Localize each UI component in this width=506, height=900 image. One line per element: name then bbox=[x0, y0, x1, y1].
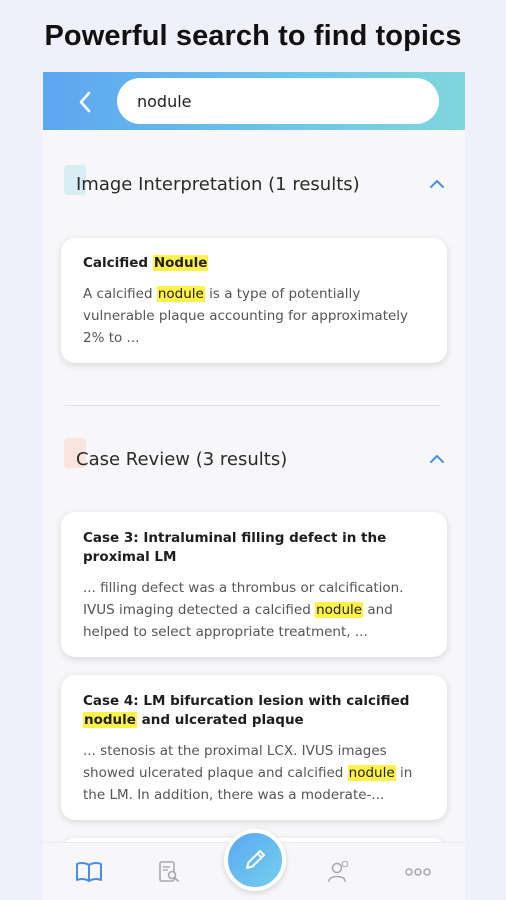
back-button[interactable] bbox=[71, 88, 99, 116]
section-title: Image Interpretation (1 results) bbox=[76, 173, 360, 195]
search-highlight: nodule bbox=[347, 765, 396, 781]
result-card[interactable]: Case 4: LM bifurcation lesion with calci… bbox=[61, 675, 447, 820]
title-text: and ulcerated plaque bbox=[136, 712, 304, 728]
chevron-up-icon[interactable] bbox=[428, 175, 446, 193]
section-divider bbox=[65, 405, 441, 406]
app-screen: nodule Image Interpretation (1 results) … bbox=[43, 72, 465, 900]
headline: Powerful search to find topics bbox=[44, 20, 462, 52]
result-title: Calcified Nodule bbox=[83, 254, 425, 273]
nav-search-docs[interactable] bbox=[154, 857, 184, 887]
section-title: Case Review (3 results) bbox=[76, 448, 288, 470]
search-document-icon bbox=[159, 861, 179, 882]
nav-profile[interactable] bbox=[324, 857, 354, 887]
search-highlight: nodule bbox=[83, 712, 137, 728]
search-highlight: nodule bbox=[315, 602, 364, 618]
nav-more[interactable] bbox=[403, 857, 433, 887]
result-snippet: ... stenosis at the proximal LCX. IVUS i… bbox=[83, 740, 425, 806]
profile-icon bbox=[328, 860, 349, 882]
section-header-image-interpretation[interactable]: Image Interpretation (1 results) bbox=[64, 165, 446, 199]
title-text: Case 4: LM bifurcation lesion with calci… bbox=[83, 693, 410, 709]
compose-button[interactable] bbox=[224, 829, 286, 891]
chevron-left-icon bbox=[79, 91, 91, 113]
result-snippet: A calcified nodule is a type of potentia… bbox=[83, 283, 425, 349]
result-title: Case 3: Intraluminal filling defect in t… bbox=[83, 530, 387, 565]
search-highlight: Nodule bbox=[152, 255, 209, 271]
snippet-text: A calcified bbox=[83, 286, 157, 302]
search-highlight: nodule bbox=[156, 286, 205, 302]
more-icon bbox=[405, 868, 431, 876]
result-card[interactable]: Calcified Nodule A calcified nodule is a… bbox=[61, 238, 447, 363]
section-header-case-review[interactable]: Case Review (3 results) bbox=[64, 438, 446, 474]
nav-library[interactable] bbox=[74, 857, 104, 887]
chevron-up-icon[interactable] bbox=[428, 450, 446, 468]
edit-icon bbox=[246, 850, 265, 869]
result-snippet: ... filling defect was a thrombus or cal… bbox=[83, 577, 425, 643]
result-card[interactable]: Case 3: Intraluminal filling defect in t… bbox=[61, 512, 447, 657]
result-title: Case 4: LM bifurcation lesion with calci… bbox=[83, 692, 425, 730]
search-query: nodule bbox=[137, 91, 192, 111]
book-icon bbox=[76, 861, 102, 882]
snippet-text: ... stenosis at the proximal LCX. IVUS i… bbox=[83, 743, 387, 781]
search-bar: nodule bbox=[43, 72, 465, 130]
title-text: Calcified bbox=[83, 255, 153, 271]
search-input[interactable]: nodule bbox=[117, 78, 439, 124]
